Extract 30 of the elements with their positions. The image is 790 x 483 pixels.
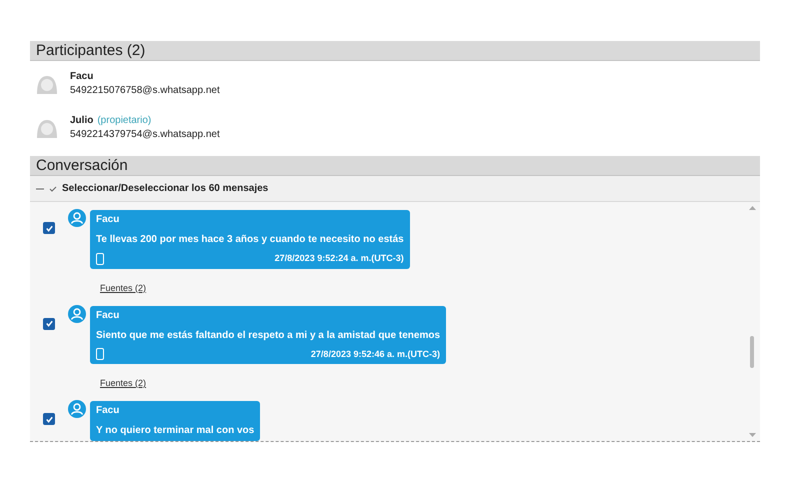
participant-role: (propietario)	[97, 114, 152, 128]
avatar-icon	[68, 400, 86, 418]
avatar-icon	[68, 209, 86, 227]
avatar-icon	[36, 75, 58, 95]
participant-id: 5492215076758@s.whatsapp.net	[70, 84, 220, 98]
participant-name: Facu	[70, 70, 94, 84]
message-text: Te llevas 200 por mes hace 3 años y cuando te necesito no estás	[96, 233, 404, 247]
check-icon[interactable]	[49, 184, 57, 192]
avatar-icon	[68, 304, 86, 322]
phone-icon	[96, 252, 104, 265]
message-text: Siento que me estás faltando el respeto a mi y a la amistad que tenemos	[96, 328, 440, 342]
message-text: Y no quiero terminar mal con vos	[96, 424, 254, 438]
participant-name: Julio	[70, 114, 94, 128]
message-checkbox[interactable]	[43, 413, 55, 425]
sources-link[interactable]: Fuentes (2)	[100, 282, 146, 292]
message-checkbox[interactable]	[43, 318, 55, 330]
scroll-thumb[interactable]	[750, 336, 754, 368]
participant-id: 5492214379754@s.whatsapp.net	[70, 128, 220, 142]
select-all-label[interactable]: Seleccionar/Deseleccionar los 60 mensajes	[62, 181, 268, 196]
message-checkbox[interactable]	[43, 222, 55, 234]
sources-link[interactable]: Fuentes (2)	[100, 378, 146, 388]
sender-name: Facu	[96, 213, 120, 227]
section-header: Conversación	[30, 156, 760, 176]
message-timestamp: 27/8/2023 9:52:24 a. m.(UTC-3)	[274, 252, 404, 265]
sender-name: Facu	[96, 308, 120, 322]
avatar-icon	[36, 119, 58, 139]
phone-icon	[96, 348, 104, 360]
message-timestamp: 27/8/2023 9:52:46 a. m.(UTC-3)	[310, 348, 440, 361]
section-header: Participantes (2)	[30, 41, 760, 61]
sender-name: Facu	[96, 404, 120, 418]
